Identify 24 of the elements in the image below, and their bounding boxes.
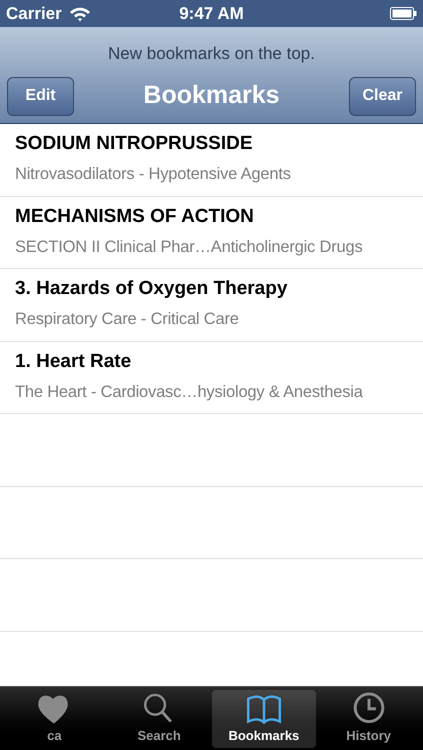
clear-button[interactable]: Clear (349, 76, 416, 116)
bookmark-row[interactable]: 1. Heart Rate The Heart - Cardiovasc…hysiology & Anesthesia (0, 342, 423, 414)
bookmark-row[interactable]: SODIUM NITROPRUSSIDE Nitrovasodilators - Hypotensive Agents (0, 124, 423, 196)
bookmark-subtitle: Nitrovasodilators - Hypotensive Agents (15, 164, 292, 186)
bookmark-row[interactable]: 3. Hazards of Oxygen Therapy Respiratory Care - Critical Care (0, 269, 423, 342)
bookmark-title: SODIUM NITROPRUSSIDE (15, 132, 254, 156)
carrier-label: Carrier (6, 2, 62, 25)
tab[interactable]: Search (106, 690, 212, 748)
bookmark-subtitle: The Heart - Cardiovasc…hysiology & Anesthesia (15, 382, 364, 403)
bookmark-title: MECHANISMS OF ACTION (15, 204, 255, 229)
tab[interactable]: Bookmarks (212, 690, 316, 748)
time-label: 9:47 AM (179, 2, 244, 25)
tab[interactable]: History (316, 690, 421, 748)
battery-icon (390, 7, 417, 20)
bookmark-subtitle: Respiratory Care - Critical Care (15, 309, 240, 330)
wifi-icon (68, 6, 91, 22)
bookmark-title: 1. Heart Rate (15, 350, 132, 374)
bookmark-title: 3. Hazards of Oxygen Therapy (15, 277, 288, 302)
nav-title: Bookmarks (142, 80, 281, 112)
tab[interactable]: ca (2, 690, 107, 748)
bookmark-subtitle: SECTION II Clinical Phar…Anticholinergic Drugs (15, 236, 364, 258)
nav-subtitle: New bookmarks on the top. (108, 43, 315, 65)
edit-button[interactable]: Edit (7, 76, 74, 116)
bookmark-row[interactable]: MECHANISMS OF ACTION SECTION II Clinical Phar…Anticholinergic Drugs (0, 196, 423, 269)
